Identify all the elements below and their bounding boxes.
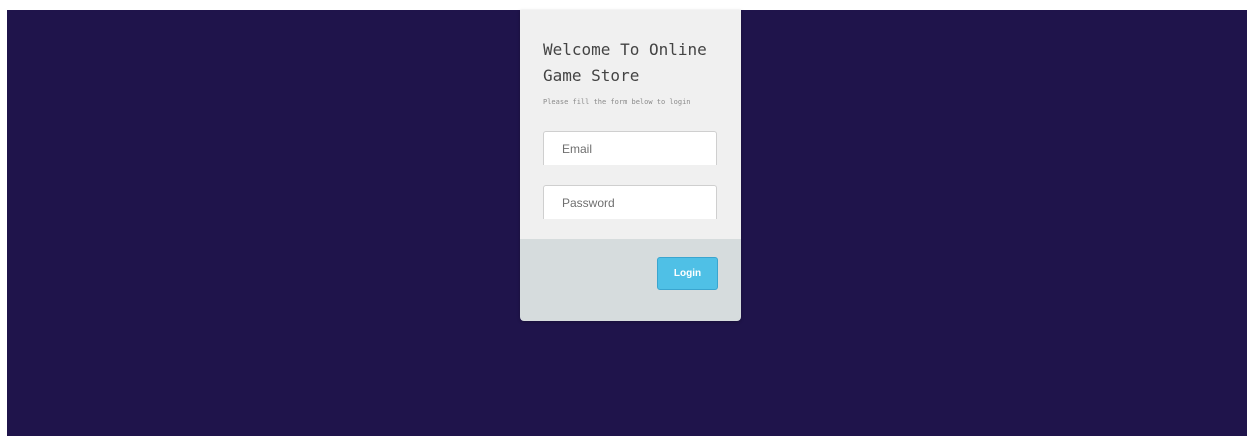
form-instructions: Please fill the form below to login	[543, 98, 691, 106]
email-field[interactable]	[543, 131, 717, 165]
login-form: Welcome To Online Game Store Please fill…	[520, 10, 741, 239]
page-title: Welcome To Online Game Store	[543, 40, 707, 85]
login-card: Welcome To Online Game Store Please fill…	[520, 10, 741, 321]
page-background: Welcome To Online Game Store Please fill…	[7, 10, 1247, 436]
login-card-footer: Login	[520, 239, 741, 321]
login-button[interactable]: Login	[657, 257, 718, 290]
password-field[interactable]	[543, 185, 717, 219]
